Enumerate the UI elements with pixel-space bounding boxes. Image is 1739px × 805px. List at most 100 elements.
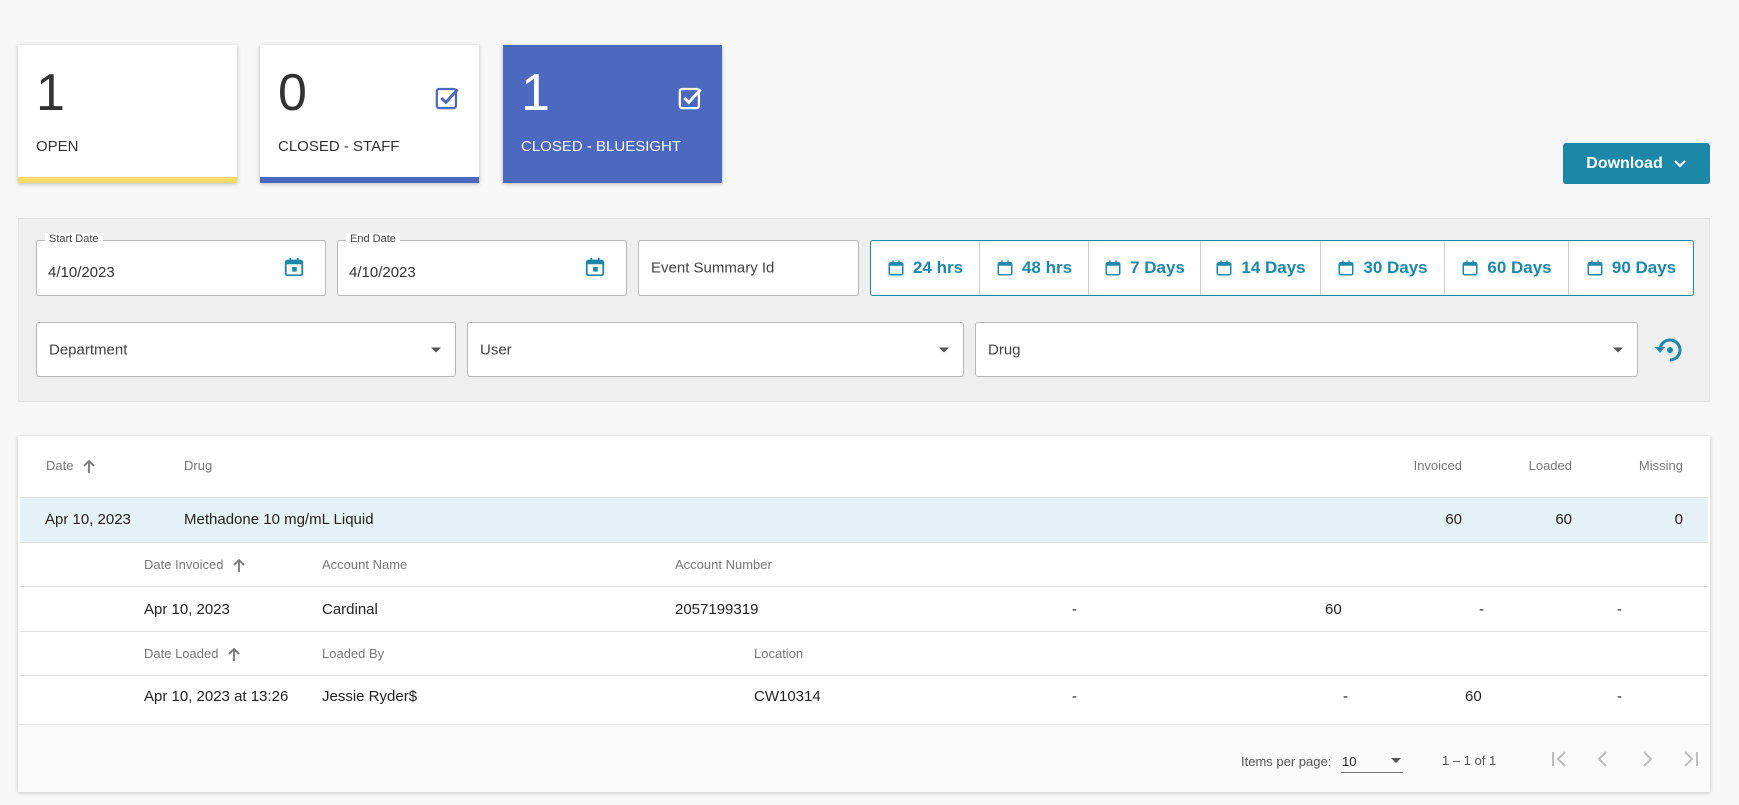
status-card-open[interactable]: 1 OPEN [18,45,237,183]
divider [20,542,1708,543]
filter-panel: Start Date 4/10/2023 End Date 4/10/2023 … [18,218,1710,402]
end-date-value: 4/10/2023 [349,264,416,281]
calendar-icon [1462,260,1478,276]
invoice-value: - [1072,601,1077,618]
closed-staff-status-bar [260,177,479,183]
invoice-row: Apr 10, 2023 Cardinal 2057199319 - 60 - … [20,587,1708,631]
events-table: Date Drug Invoiced Loaded Missing Apr 10… [18,436,1710,792]
user-select[interactable]: User [467,322,964,377]
invoice-value: - [1479,601,1484,618]
closed-bluesight-label: CLOSED - BLUESIGHT [521,138,682,155]
quick-range-48hrs[interactable]: 48 hrs [980,241,1089,295]
first-page-icon[interactable] [1547,747,1571,771]
open-count: 1 [36,64,65,122]
quick-range-24hrs[interactable]: 24 hrs [871,241,980,295]
loaded-date: Apr 10, 2023 at 13:26 [144,688,289,705]
quick-range-7days[interactable]: 7 Days [1089,241,1201,295]
column-header-location[interactable]: Location [754,646,803,661]
row-drug: Methadone 10 mg/mL Liquid [184,511,374,528]
calendar-icon[interactable] [283,256,305,278]
items-per-page-value: 10 [1342,754,1357,769]
dropdown-arrow-icon [1391,758,1401,763]
open-label: OPEN [36,138,79,155]
calendar-icon [1587,260,1603,276]
event-summary-id-field[interactable]: Event Summary Id [638,240,859,296]
invoice-account-number: 2057199319 [675,601,759,618]
loaded-value: - [1343,688,1348,705]
quick-range-label: 24 hrs [912,258,964,277]
loaded-location: CW10314 [754,688,821,705]
reset-filters-icon[interactable] [1653,333,1687,367]
paginator: Items per page: 10 1 – 1 of 1 [18,724,1710,792]
column-header-loaded-by[interactable]: Loaded By [322,646,384,661]
loaded-value: 60 [1465,688,1482,705]
quick-range-label: 48 hrs [1021,258,1073,277]
checkbox-checked-icon [678,87,702,110]
quick-range-label: 60 Days [1487,258,1552,277]
column-header-drug[interactable]: Drug [184,458,212,473]
quick-range-label: 30 Days [1363,258,1428,277]
dropdown-arrow-icon [431,347,441,352]
next-page-icon[interactable] [1635,747,1659,771]
drug-placeholder: Drug [988,341,1021,358]
items-per-page-label: Items per page: [1241,754,1332,769]
department-select[interactable]: Department [36,322,456,377]
start-date-value: 4/10/2023 [48,264,115,281]
calendar-icon[interactable] [584,256,606,278]
column-header-date-loaded[interactable]: Date Loaded [144,646,240,662]
loaded-value: - [1072,688,1077,705]
status-card-closed-staff[interactable]: 0 CLOSED - STAFF [260,45,479,183]
sort-ascending-icon [228,647,240,661]
quick-range-label: 14 Days [1241,258,1306,277]
column-header-date-invoiced[interactable]: Date Invoiced [144,557,245,573]
end-date-field[interactable]: End Date 4/10/2023 [337,233,627,296]
row-missing: 0 [1674,511,1683,528]
quick-range-30days[interactable]: 30 Days [1321,241,1445,295]
calendar-icon [1216,260,1232,276]
start-date-field[interactable]: Start Date 4/10/2023 [36,233,326,296]
page-range-label: 1 – 1 of 1 [1442,753,1497,768]
drug-select[interactable]: Drug [975,322,1638,377]
invoice-account-name: Cardinal [322,601,378,618]
row-date: Apr 10, 2023 [45,511,131,528]
quick-range-label: 90 Days [1611,258,1677,277]
loaded-by: Jessie Ryder$ [322,688,418,705]
department-placeholder: Department [49,341,128,358]
sort-ascending-icon [83,459,95,473]
closed-bluesight-count: 1 [521,64,550,122]
checkbox-checked-icon [435,87,459,110]
row-loaded: 60 [1555,511,1572,528]
start-date-label: Start Date [45,233,103,245]
column-header-date[interactable]: Date [46,458,95,474]
status-card-closed-bluesight[interactable]: 1 CLOSED - BLUESIGHT [503,45,722,183]
user-placeholder: User [480,341,512,358]
end-date-label: End Date [346,233,400,245]
last-page-icon[interactable] [1679,747,1703,771]
closed-staff-label: CLOSED - STAFF [278,138,400,155]
previous-page-icon[interactable] [1591,747,1615,771]
loaded-value: - [1617,688,1622,705]
quick-range-90days[interactable]: 90 Days [1569,241,1693,295]
column-header-account-number[interactable]: Account Number [675,557,772,572]
quick-range-14days[interactable]: 14 Days [1201,241,1321,295]
quick-range-60days[interactable]: 60 Days [1445,241,1569,295]
loaded-row: Apr 10, 2023 at 13:26 Jessie Ryder$ CW10… [20,676,1708,718]
dropdown-arrow-icon [1613,347,1623,352]
invoice-value: 60 [1325,601,1342,618]
table-row[interactable]: Apr 10, 2023 Methadone 10 mg/mL Liquid 6… [20,498,1708,542]
download-button[interactable]: Download [1563,143,1710,184]
column-header-missing[interactable]: Missing [1639,458,1683,473]
dropdown-arrow-icon [939,347,949,352]
calendar-icon [1338,260,1354,276]
open-status-bar [18,177,237,183]
column-header-account-name[interactable]: Account Name [322,557,407,572]
quick-range-label: 7 Days [1130,258,1185,277]
column-header-loaded[interactable]: Loaded [1529,458,1572,473]
column-header-invoiced[interactable]: Invoiced [1414,458,1462,473]
invoice-value: - [1617,601,1622,618]
calendar-icon [997,260,1013,276]
items-per-page-select[interactable]: 10 [1341,747,1403,773]
chevron-down-icon [1673,159,1686,168]
download-label: Download [1586,154,1663,172]
event-summary-id-placeholder: Event Summary Id [651,259,775,277]
